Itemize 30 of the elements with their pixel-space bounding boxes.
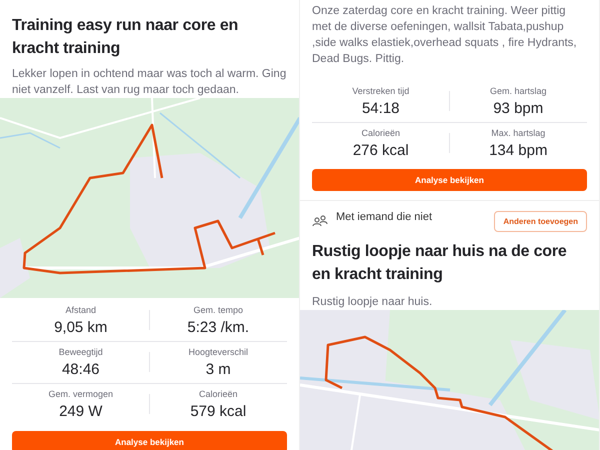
stat-label: Verstreken tijd xyxy=(352,85,410,97)
analyse-button[interactable]: Analyse bekijken xyxy=(312,169,587,191)
stat-label: Calorieën xyxy=(361,127,400,139)
activity-description: Rustig loopje naar huis. xyxy=(312,295,434,310)
people-icon xyxy=(312,215,328,227)
analyse-button[interactable]: Analyse bekijken xyxy=(12,431,287,450)
stat-label: Hoogteverschil xyxy=(188,346,248,358)
stat-value: 5:23 /km. xyxy=(187,318,250,338)
stat-value: 276 kcal xyxy=(352,141,409,161)
invite-text: Met iemand die niet xyxy=(336,211,433,223)
stat-value: 3 m xyxy=(206,360,231,380)
stat-label: Afstand xyxy=(65,304,96,316)
stat-value: 9,05 km xyxy=(54,318,108,338)
stat-label: Max. hartslag xyxy=(491,127,546,139)
stat-value: 134 bpm xyxy=(489,141,548,161)
stat-label: Gem. tempo xyxy=(193,304,244,316)
activity-description: Onze zaterdag core en kracht training. Weer pittig met de diverse oefeningen, wallsit Tabata,pushup ,side walks elastiek,overhead squats , fire Hydrants, Dead Bugs. Pittig. xyxy=(312,4,578,67)
stat-value: 48:46 xyxy=(62,360,100,380)
stat-value: 93 bpm xyxy=(493,99,544,119)
activity-description: Lekker lopen in ochtend maar was toch al warm. Ging niet vanzelf. Last van rug maar toch gedaan. xyxy=(12,67,287,98)
stat-label: Gem. hartslag xyxy=(490,85,547,97)
stat-value: 249 W xyxy=(59,402,102,422)
stat-label: Calorieën xyxy=(198,388,238,400)
activity-title: Rustig loopje naar huis na de core en kracht training xyxy=(312,242,568,285)
add-others-button[interactable]: Anderen toevoegen xyxy=(494,211,587,232)
stat-value: 579 kcal xyxy=(190,402,246,422)
stat-value: 54:18 xyxy=(362,99,400,119)
stat-label: Beweegtijd xyxy=(58,346,103,358)
stat-label: Gem. vermogen xyxy=(48,388,114,400)
activity-title: Training easy run naar core en kracht training xyxy=(12,16,240,59)
